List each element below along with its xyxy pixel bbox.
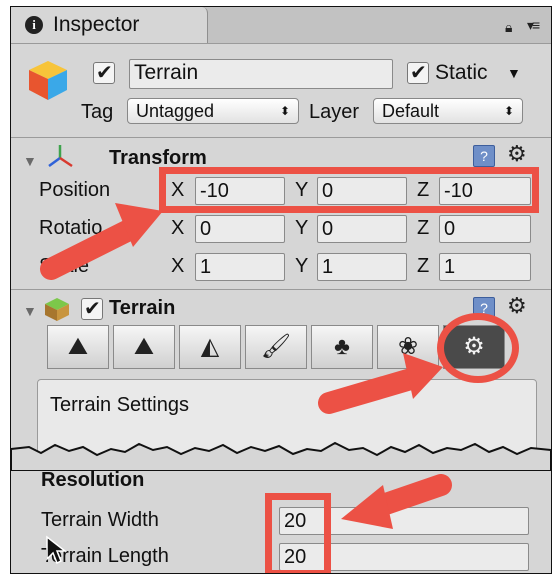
arrow-to-width xyxy=(341,474,452,529)
inspector-window: i Inspector 🔒︎ ▾≡ Terrain Static ▼ Tag U… xyxy=(10,6,552,574)
